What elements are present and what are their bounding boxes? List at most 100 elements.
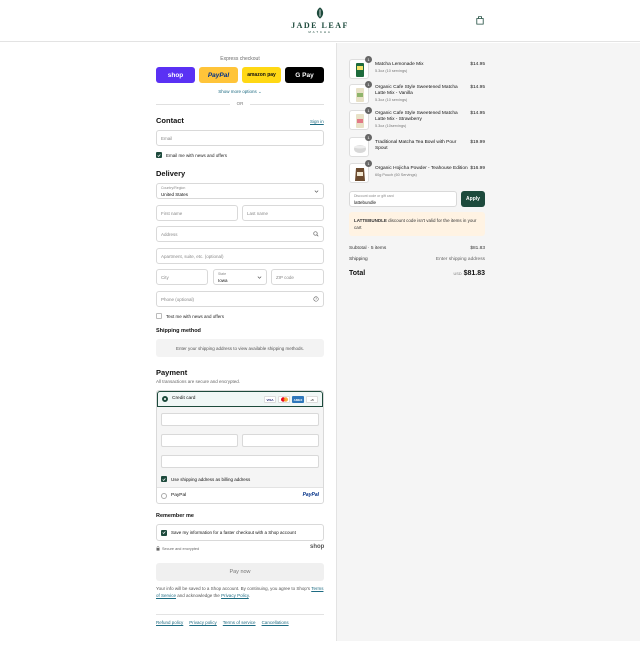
- email-opt-in[interactable]: Email me with news and offers: [156, 152, 227, 158]
- item-price: $19.99: [470, 140, 485, 145]
- chevron-down-icon: [257, 276, 262, 279]
- apartment-field[interactable]: Apartment, suite, etc. (optional): [156, 248, 324, 264]
- quantity-badge: 1: [365, 160, 372, 167]
- paypal-button[interactable]: PayPal: [199, 67, 238, 83]
- shipping-info-box: Enter your shipping address to view avai…: [156, 339, 324, 357]
- legal-text: Your info will be saved to a Shop accoun…: [156, 586, 324, 598]
- item-name: Organic Cafe Style Sweetened Matcha Latt…: [375, 85, 458, 96]
- remember-me-title: Remember me: [156, 513, 194, 519]
- state-select[interactable]: State Iowa: [213, 269, 267, 285]
- or-divider: OR: [156, 100, 324, 108]
- quantity-badge: 1: [365, 107, 372, 114]
- city-field[interactable]: City: [156, 269, 208, 285]
- leaf-logo-icon: [316, 7, 324, 19]
- billing-same-checkbox[interactable]: Use shipping address as billing address: [161, 476, 250, 482]
- amex-icon: AMEX: [292, 396, 304, 403]
- terms-of-service-footer-link[interactable]: Terms of service: [223, 620, 256, 625]
- item-name: Traditional Matcha Tea Bowl with Pour Sp…: [375, 140, 457, 151]
- secure-note: Secure and encrypted: [156, 546, 199, 551]
- first-name-field[interactable]: First name: [156, 205, 238, 221]
- shop-pay-button[interactable]: shop: [156, 67, 195, 83]
- card-number-field[interactable]: [161, 413, 319, 426]
- address-field[interactable]: Address: [156, 226, 324, 242]
- paypal-logo: PayPal: [302, 492, 319, 498]
- express-checkout-title: Express checkout: [220, 56, 260, 62]
- shop-logo: shop: [310, 544, 325, 550]
- lock-icon: [156, 546, 160, 551]
- item-name: Matcha Lemonade Mix: [375, 62, 424, 67]
- payment-options: Credit card VISA AMEX +5 Use shipping ad…: [156, 390, 324, 504]
- shipping-method-title: Shipping method: [156, 328, 201, 334]
- item-variant: 5.3oz (10 servings): [375, 69, 408, 73]
- country-select[interactable]: Country/Region United States: [156, 183, 324, 199]
- more-cards-badge: +5: [306, 396, 318, 403]
- visa-icon: VISA: [264, 396, 276, 403]
- total-row: Total USD $81.83: [349, 270, 485, 277]
- save-info-checkbox[interactable]: Save my information for a faster checkou…: [156, 524, 324, 541]
- sign-in-link[interactable]: Sign in: [310, 119, 324, 124]
- privacy-policy-link[interactable]: Privacy Policy: [221, 593, 249, 598]
- svg-text:?: ?: [315, 297, 317, 301]
- text-opt-in[interactable]: Text me with news and offers: [156, 313, 224, 319]
- checkbox-checked-icon[interactable]: [161, 476, 167, 482]
- zip-field[interactable]: ZIP code: [271, 269, 324, 285]
- shopping-bag-icon[interactable]: [476, 16, 484, 25]
- card-security-code-field[interactable]: [242, 434, 319, 447]
- discount-warning: LATTEBUNDLE discount code isn't valid fo…: [349, 212, 485, 236]
- currency-code: USD: [453, 272, 462, 276]
- cancellations-link[interactable]: Cancellations: [262, 620, 289, 625]
- contact-title: Contact: [156, 116, 184, 125]
- quantity-badge: 1: [365, 81, 372, 88]
- card-logos: VISA AMEX +5: [264, 396, 318, 403]
- item-variant: 5.3oz (10 servings): [375, 98, 408, 102]
- discount-code-field[interactable]: Discount code or gift card lattebundle: [349, 191, 457, 207]
- paypal-option[interactable]: PayPal PayPal: [157, 488, 323, 503]
- cart-item: 1 Organic Hojicha Powder - Teahouse Edit…: [349, 160, 485, 183]
- mastercard-icon: [278, 396, 290, 403]
- order-summary: [336, 43, 640, 641]
- google-pay-button[interactable]: G Pay: [285, 67, 324, 83]
- card-name-field[interactable]: [161, 455, 319, 468]
- cart-item: 1 Traditional Matcha Tea Bowl with Pour …: [349, 134, 485, 157]
- item-price: $16.99: [470, 166, 485, 171]
- email-field[interactable]: Email: [156, 130, 324, 146]
- footer-links: Refund policy Privacy policy Terms of se…: [156, 620, 289, 625]
- refund-policy-link[interactable]: Refund policy: [156, 620, 183, 625]
- credit-card-option[interactable]: Credit card VISA AMEX +5: [157, 391, 323, 407]
- cart-item: 1 Organic Cafe Style Sweetened Matcha La…: [349, 81, 485, 104]
- search-icon: [313, 231, 319, 237]
- item-variant: 5.3oz (10servings): [375, 124, 407, 128]
- header: JADE LEAF MATCHA: [0, 0, 640, 42]
- delivery-title: Delivery: [156, 169, 186, 178]
- checkbox-checked-icon[interactable]: [161, 529, 167, 536]
- item-price: $14.95: [470, 62, 485, 67]
- quantity-badge: 1: [365, 56, 372, 63]
- phone-field[interactable]: Phone (optional) ?: [156, 291, 324, 307]
- quantity-badge: 1: [365, 134, 372, 141]
- checkbox-checked-icon[interactable]: [156, 152, 162, 158]
- total-value: $81.83: [463, 270, 485, 277]
- amazon-pay-button[interactable]: amazon pay: [242, 67, 281, 83]
- help-icon[interactable]: ?: [313, 296, 319, 302]
- radio-selected-icon[interactable]: [162, 396, 168, 402]
- item-price: $14.95: [470, 85, 485, 90]
- apply-discount-button[interactable]: Apply: [461, 191, 485, 207]
- cart-item: 1 Organic Cafe Style Sweetened Matcha La…: [349, 107, 485, 130]
- card-details-form: Use shipping address as billing address: [157, 407, 323, 488]
- cart-item: 1 Matcha Lemonade Mix 5.3oz (10 servings…: [349, 56, 485, 79]
- checkbox-unchecked-icon[interactable]: [156, 313, 162, 319]
- card-expiry-field[interactable]: [161, 434, 238, 447]
- subtotal-value: $81.83: [470, 246, 485, 251]
- item-name: Organic Hojicha Powder - Teahouse Editio…: [375, 166, 468, 171]
- subtotal-row: Subtotal · 5 items $81.83: [349, 246, 485, 251]
- brand-name: JADE LEAF: [291, 21, 349, 30]
- chevron-down-icon: ⌄: [258, 89, 262, 94]
- pay-now-button[interactable]: Pay now: [156, 563, 324, 581]
- brand-subtitle: MATCHA: [308, 30, 332, 34]
- privacy-policy-footer-link[interactable]: Privacy policy: [189, 620, 217, 625]
- radio-unselected-icon[interactable]: [161, 493, 167, 499]
- payment-subtitle: All transactions are secure and encrypte…: [156, 379, 241, 384]
- brand-logo[interactable]: JADE LEAF MATCHA: [290, 6, 350, 34]
- show-more-options-link[interactable]: Show more options ⌄: [156, 89, 324, 95]
- last-name-field[interactable]: Last name: [242, 205, 324, 221]
